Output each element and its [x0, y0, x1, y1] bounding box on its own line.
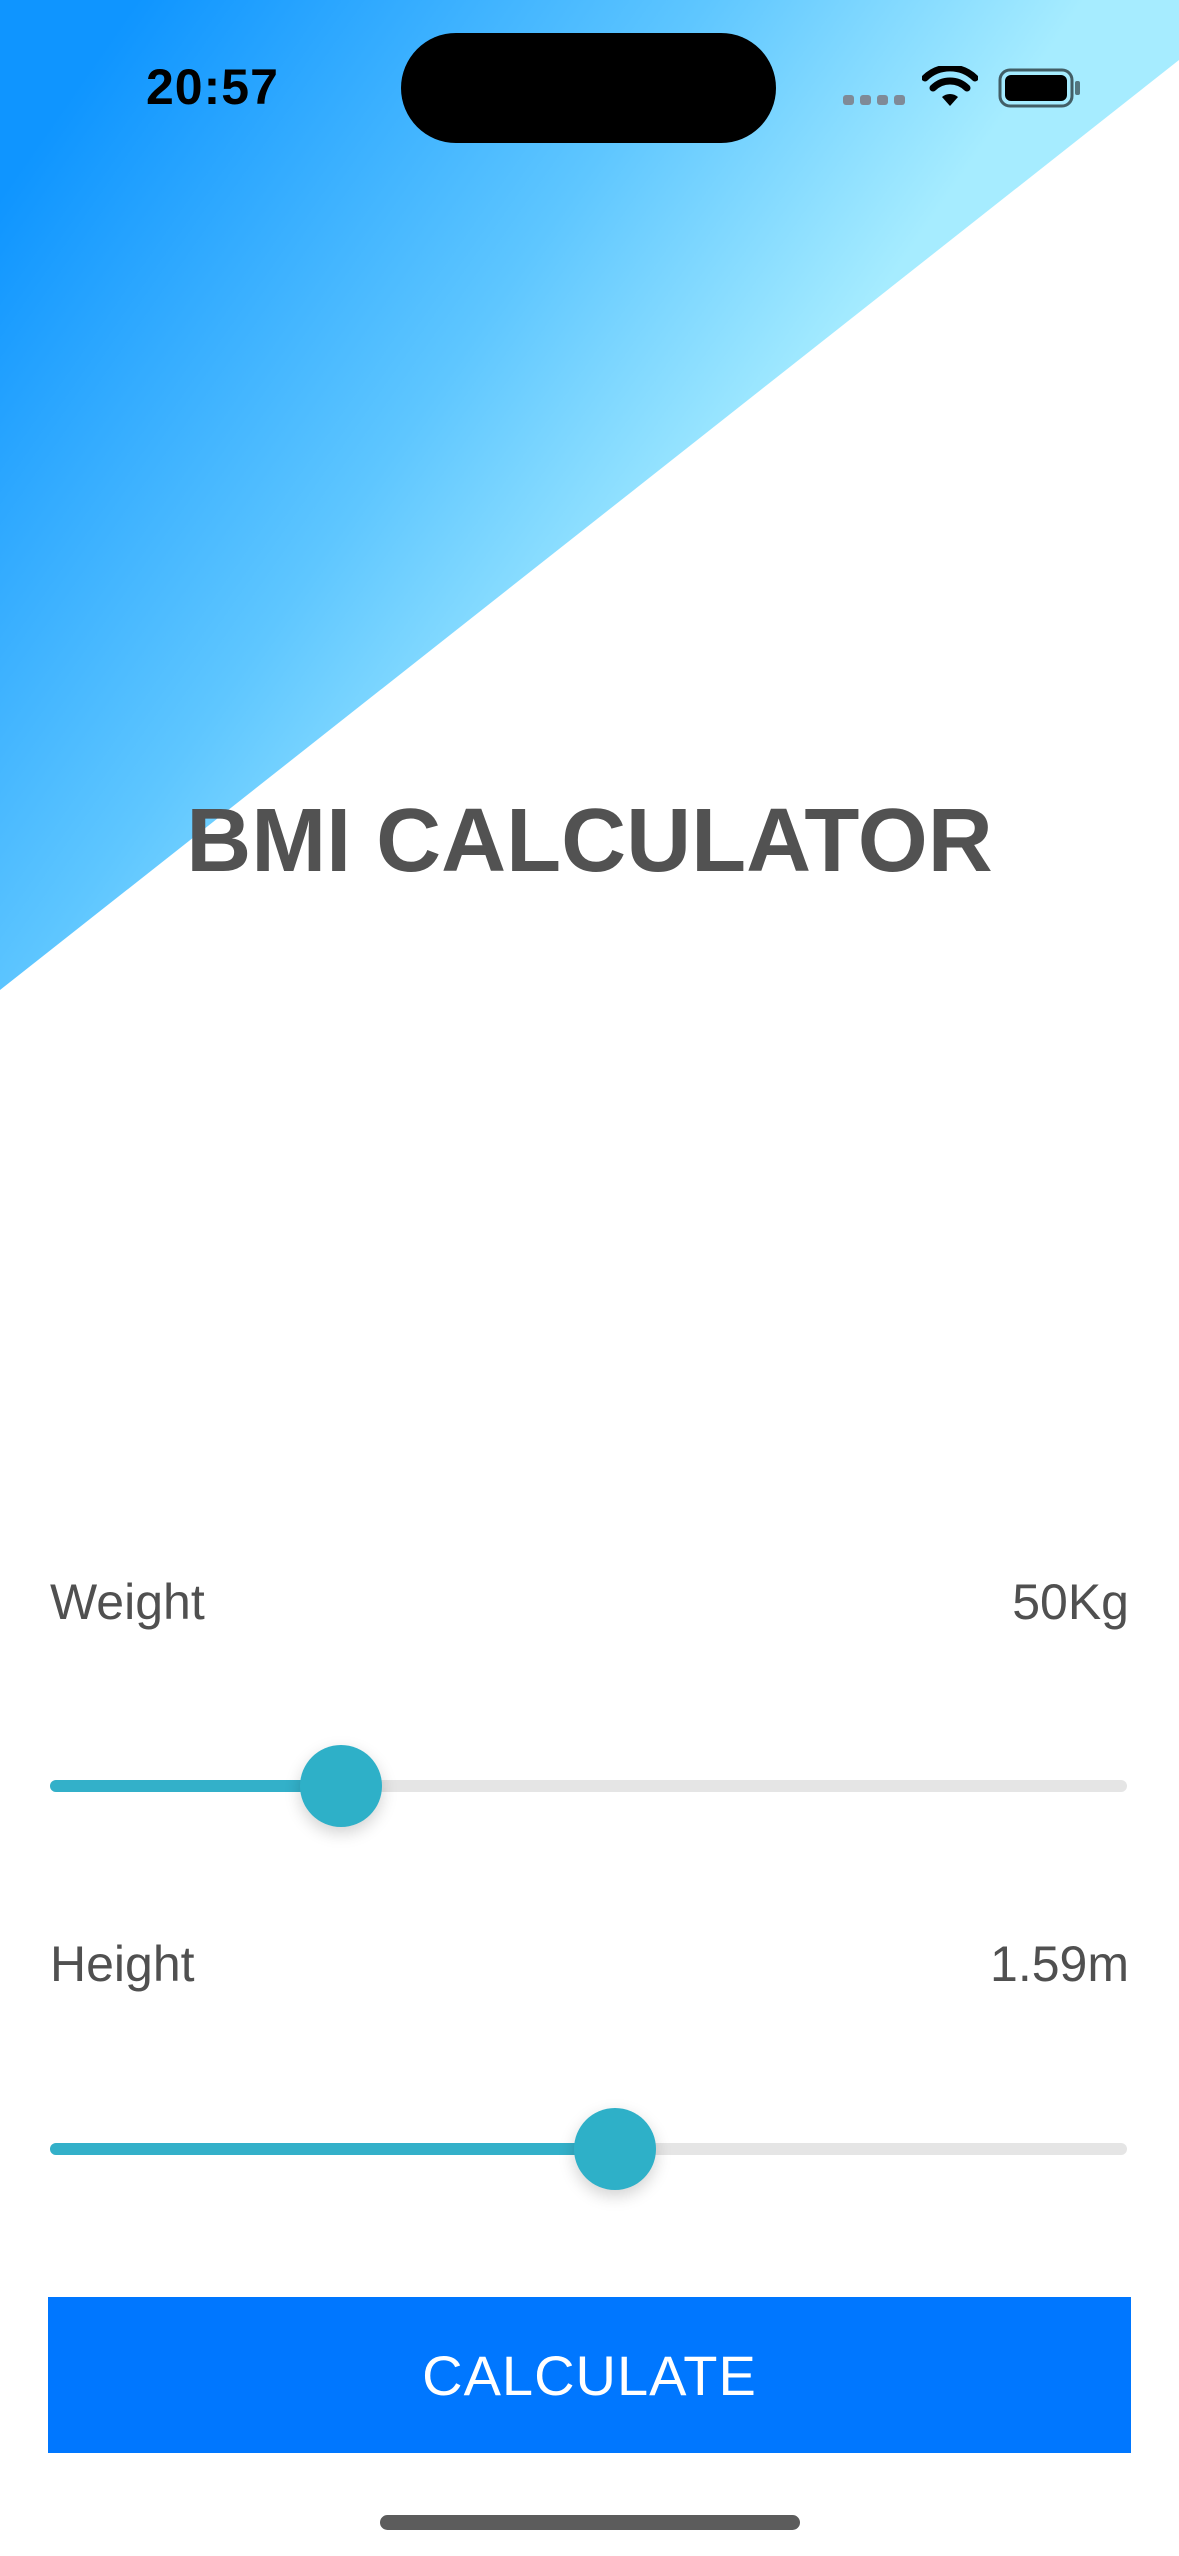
weight-slider-fill [50, 1780, 341, 1792]
cellular-signal-icon [843, 95, 905, 105]
height-slider-fill [50, 2143, 616, 2155]
height-value: 1.59m [990, 1936, 1129, 1992]
page-title: BMI CALCULATOR [186, 791, 993, 891]
weight-slider-thumb[interactable] [299, 1745, 382, 1827]
height-slider-thumb[interactable] [574, 2108, 657, 2190]
weight-label: Weight [50, 1574, 205, 1630]
home-indicator[interactable] [380, 2515, 800, 2530]
dynamic-island [401, 33, 776, 143]
status-bar-time: 20:57 [146, 59, 279, 115]
weight-value: 50Kg [1012, 1574, 1129, 1630]
height-slider[interactable] [50, 2108, 1127, 2190]
battery-icon [998, 68, 1080, 108]
calculate-button[interactable]: CALCULATE [48, 2297, 1131, 2453]
weight-slider[interactable] [50, 1745, 1127, 1827]
wifi-icon [922, 66, 978, 106]
height-label: Height [50, 1936, 195, 1992]
